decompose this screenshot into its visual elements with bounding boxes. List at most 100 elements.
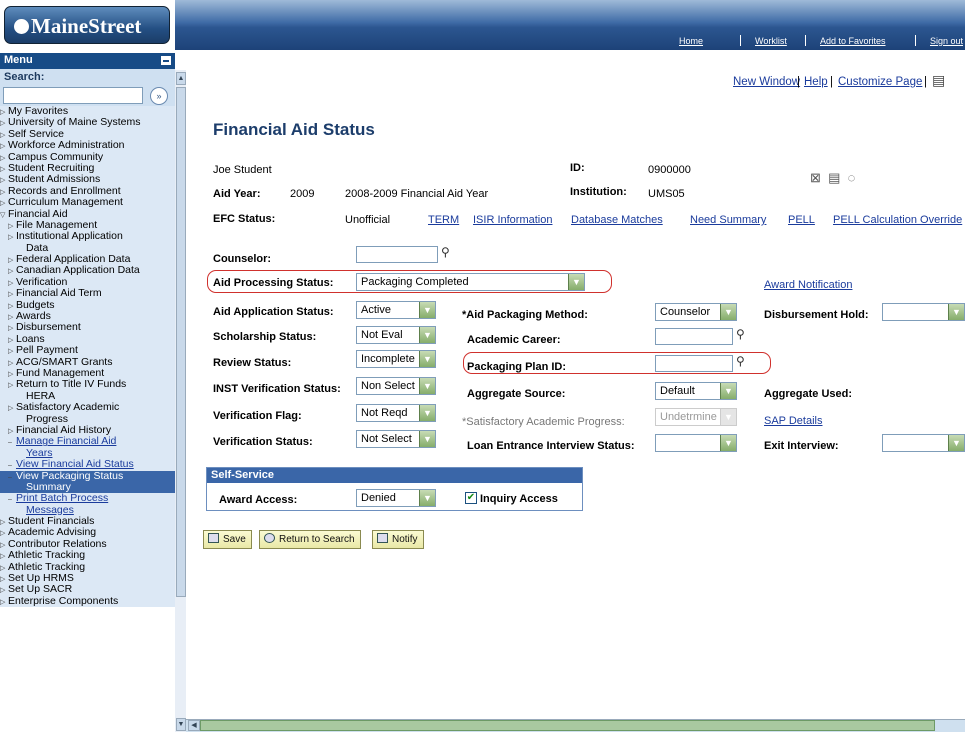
return-to-search-button[interactable]: Return to Search: [259, 530, 361, 549]
menu-item[interactable]: ▷ Academic Advising: [0, 527, 175, 539]
customize-page-link[interactable]: Customize Page: [838, 76, 922, 88]
packaging-plan-id-input[interactable]: [655, 355, 733, 372]
lookup-icon[interactable]: ⚲: [441, 245, 450, 259]
verification-status-select[interactable]: Not Select ▼: [356, 430, 436, 448]
verification-flag-select[interactable]: Not Reqd ▼: [356, 404, 436, 422]
lookup-icon[interactable]: ⚲: [736, 327, 745, 341]
edit-icon[interactable]: ⊠: [810, 170, 821, 185]
loan-entrance-interview-select[interactable]: ▼: [655, 434, 737, 452]
menu-item[interactable]: ▷ Student Recruiting: [0, 162, 175, 175]
menu-item[interactable]: ▷ Awards: [0, 311, 175, 323]
scroll-left-icon[interactable]: ◀: [188, 720, 200, 731]
new-window-link[interactable]: New Window: [733, 76, 800, 88]
link-separator: |: [924, 76, 927, 88]
menu-item[interactable]: ▷ Self Service: [0, 128, 175, 141]
menu-item[interactable]: ▷ Student Financials: [0, 516, 175, 528]
minimize-icon[interactable]: [161, 56, 171, 65]
collapsed-triangle-icon: ▷: [0, 541, 6, 549]
isir-information-link[interactable]: ISIR Information: [473, 214, 552, 226]
document-icon[interactable]: ▤: [828, 170, 840, 185]
sign-out-link[interactable]: Sign out: [930, 36, 963, 46]
scholarship-status-select[interactable]: Not Eval ▼: [356, 326, 436, 344]
menu-item[interactable]: ▷ File Management: [0, 219, 175, 232]
menu-item[interactable]: ▷ Budgets: [0, 299, 175, 312]
term-link[interactable]: TERM: [428, 214, 459, 226]
menu-item[interactable]: ▷ Verification: [0, 276, 175, 289]
save-button[interactable]: Save: [203, 530, 252, 549]
menu-item[interactable]: ▷ Institutional Application: [0, 231, 175, 243]
add-to-favorites-link[interactable]: Add to Favorites: [820, 36, 886, 46]
academic-career-input[interactable]: [655, 328, 733, 345]
menu-item[interactable]: ▷ Return to Title IV Funds: [0, 379, 175, 391]
exit-interview-select[interactable]: ▼: [882, 434, 965, 452]
aggregate-source-select[interactable]: Default ▼: [655, 382, 737, 400]
menu-item[interactable]: Summary: [0, 481, 175, 494]
menu-item[interactable]: Progress: [0, 413, 175, 425]
aid-processing-status-select[interactable]: Packaging Completed ▼: [356, 273, 585, 291]
menu-item[interactable]: ▷ Curriculum Management: [0, 197, 175, 209]
worklist-link[interactable]: Worklist: [755, 36, 787, 46]
menu-item[interactable]: ▷ Pell Payment: [0, 345, 175, 357]
menu-item[interactable]: HERA: [0, 390, 175, 403]
menu-item[interactable]: ▷ Workforce Administration: [0, 140, 175, 152]
menu-item[interactable]: ▷ Athletic Tracking: [0, 561, 175, 574]
disbursement-hold-select[interactable]: ▼: [882, 303, 965, 321]
menu-item[interactable]: ▷ University of Maine Systems: [0, 117, 175, 129]
help-link[interactable]: Help: [804, 76, 828, 88]
lookup-icon[interactable]: ⚲: [736, 354, 745, 368]
menu-item[interactable]: ▷ Records and Enrollment: [0, 185, 175, 198]
menu-item[interactable]: ▷ Set Up HRMS: [0, 573, 175, 585]
menu-header: Menu: [0, 53, 175, 69]
menu-item[interactable]: ▷ Student Admissions: [0, 174, 175, 186]
pell-link[interactable]: PELL: [788, 214, 815, 226]
menu-item[interactable]: ▷ Federal Application Data: [0, 254, 175, 266]
menu-search-input[interactable]: [3, 87, 143, 104]
menu-item[interactable]: ▷ Loans: [0, 333, 175, 346]
counselor-input[interactable]: [356, 246, 438, 263]
menu-item[interactable]: ▷ Fund Management: [0, 367, 175, 380]
menu-item[interactable]: ▷ Campus Community: [0, 151, 175, 163]
pell-calculation-override-link[interactable]: PELL Calculation Override: [833, 214, 962, 226]
scroll-up-icon[interactable]: ▲: [176, 72, 186, 85]
menu-scroll-thumb[interactable]: [176, 87, 186, 597]
menu-item[interactable]: Messages: [0, 504, 175, 517]
menu-item[interactable]: ▽ Financial Aid: [0, 208, 175, 220]
menu-item[interactable]: – View Packaging Status: [0, 470, 175, 482]
collapsed-triangle-icon: ▷: [8, 427, 14, 435]
scroll-down-icon[interactable]: ▼: [176, 718, 186, 731]
menu-item[interactable]: – Manage Financial Aid: [0, 436, 175, 448]
menu-item[interactable]: ▷ Canadian Application Data: [0, 265, 175, 277]
menu-item[interactable]: Years: [0, 447, 175, 460]
menu-item[interactable]: – View Financial Aid Status: [0, 459, 175, 471]
menu-item[interactable]: Data: [0, 242, 175, 255]
horizontal-scroll-thumb[interactable]: [200, 720, 935, 731]
menu-item[interactable]: ▷ Enterprise Components: [0, 595, 175, 608]
search-go-icon[interactable]: »: [150, 87, 168, 105]
database-matches-link[interactable]: Database Matches: [571, 214, 663, 226]
menu-item[interactable]: ▷ ACG/SMART Grants: [0, 356, 175, 368]
review-status-select[interactable]: Incomplete ▼: [356, 350, 436, 368]
menu-item[interactable]: – Print Batch Process: [0, 493, 175, 505]
award-access-select[interactable]: Denied ▼: [356, 489, 436, 507]
menu-item[interactable]: ▷ Financial Aid History: [0, 424, 175, 437]
http-icon[interactable]: ▤: [932, 72, 945, 89]
sap-details-link[interactable]: SAP Details: [764, 415, 823, 427]
inst-verification-status-select[interactable]: Non Select ▼: [356, 377, 436, 395]
aid-application-status-value: Active: [361, 304, 391, 316]
menu-item[interactable]: ▷ Satisfactory Academic: [0, 402, 175, 414]
menu-item[interactable]: ▷ My Favorites: [0, 106, 175, 118]
comment-icon[interactable]: ◌: [848, 170, 856, 185]
menu-item[interactable]: ▷ Athletic Tracking: [0, 550, 175, 562]
home-link[interactable]: Home: [679, 36, 703, 46]
aid-packaging-method-select[interactable]: Counselor ▼: [655, 303, 737, 321]
menu-item[interactable]: ▷ Contributor Relations: [0, 538, 175, 551]
menu-item[interactable]: ▷ Disbursement: [0, 322, 175, 334]
inquiry-access-checkbox[interactable]: ✔: [465, 492, 477, 504]
notify-button[interactable]: Notify: [372, 530, 424, 549]
aid-application-status-select[interactable]: Active ▼: [356, 301, 436, 319]
collapsed-triangle-icon: ▷: [0, 553, 6, 561]
menu-item[interactable]: ▷ Financial Aid Term: [0, 288, 175, 300]
need-summary-link[interactable]: Need Summary: [690, 214, 766, 226]
menu-item[interactable]: ▷ Set Up SACR: [0, 584, 175, 596]
award-notification-link[interactable]: Award Notification: [764, 279, 852, 291]
